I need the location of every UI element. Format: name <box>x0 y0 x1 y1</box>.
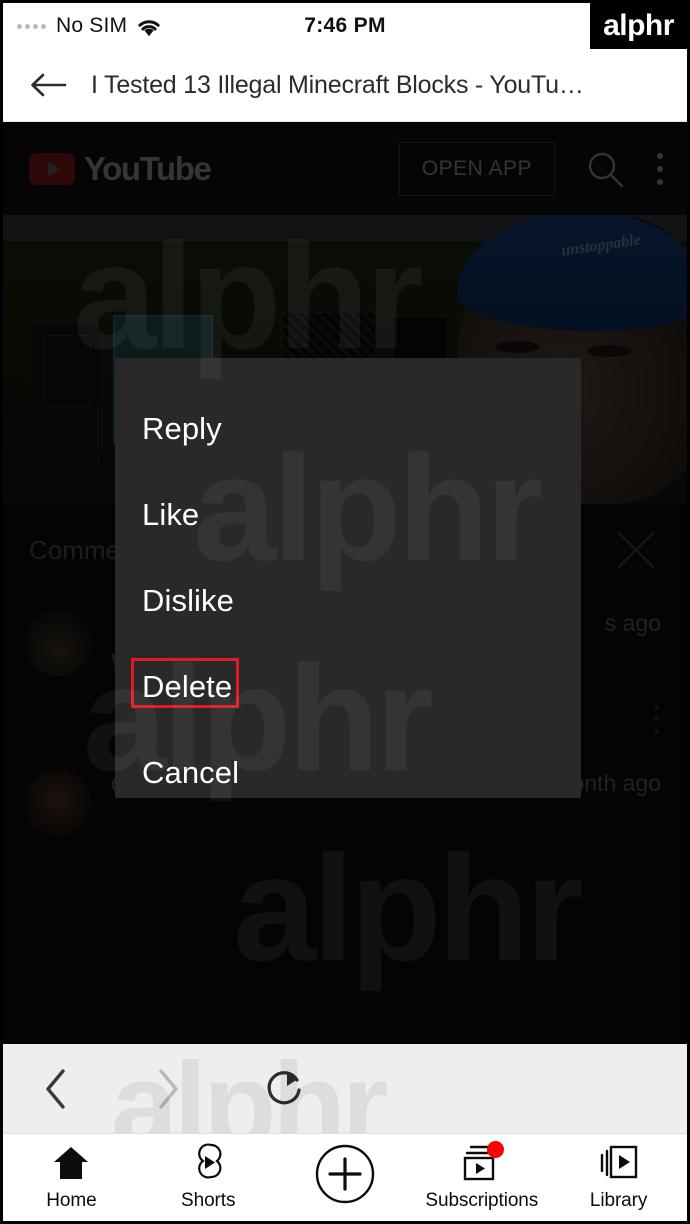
status-time: 7:46 PM <box>304 14 386 37</box>
tab-label: Home <box>46 1190 97 1211</box>
comment-context-menu: Reply Like Dislike Delete Cancel <box>115 358 581 798</box>
subscriptions-icon <box>461 1141 504 1183</box>
menu-item-label: Like <box>142 497 200 532</box>
menu-item-dislike[interactable]: Dislike <box>115 558 581 644</box>
menu-item-label: Cancel <box>142 755 240 790</box>
alphr-watermark-logo: alphr <box>590 3 687 49</box>
shorts-icon <box>190 1143 226 1183</box>
tab-label: Shorts <box>181 1190 236 1211</box>
menu-item-reply[interactable]: Reply <box>115 386 581 472</box>
status-bar: No SIM 7:46 PM alphr <box>3 3 687 49</box>
chevron-right-icon <box>159 1068 178 1109</box>
tab-shorts[interactable]: Shorts <box>140 1143 277 1212</box>
watermark-text: alphr <box>111 1044 388 1133</box>
reload-icon <box>267 1070 301 1104</box>
tab-subscriptions[interactable]: Subscriptions <box>413 1141 550 1212</box>
menu-item-delete[interactable]: Delete <box>115 644 581 730</box>
menu-item-label: Delete <box>142 669 233 704</box>
page-title: I Tested 13 Illegal Minecraft Blocks - Y… <box>91 70 584 99</box>
menu-item-label: Reply <box>142 411 222 446</box>
youtube-tab-bar: Home Shorts Subscriptions Library <box>3 1133 687 1221</box>
browser-back-button[interactable] <box>43 1068 69 1110</box>
browser-forward-button <box>155 1068 181 1110</box>
menu-item-label: Dislike <box>142 583 234 618</box>
plus-circle-icon <box>314 1143 376 1205</box>
tab-label: Library <box>589 1190 648 1211</box>
browser-reload-button[interactable] <box>263 1066 307 1112</box>
home-icon <box>52 1143 90 1183</box>
menu-item-cancel[interactable]: Cancel <box>115 730 581 816</box>
library-icon <box>599 1143 639 1183</box>
browser-title-bar: I Tested 13 Illegal Minecraft Blocks - Y… <box>3 49 687 122</box>
chevron-left-icon <box>46 1068 65 1109</box>
back-arrow-icon[interactable] <box>29 70 67 100</box>
browser-nav-bar: alphr <box>3 1044 687 1133</box>
notification-badge <box>486 1141 504 1158</box>
tab-create[interactable] <box>277 1143 414 1212</box>
tab-home[interactable]: Home <box>3 1143 140 1212</box>
menu-item-like[interactable]: Like <box>115 472 581 558</box>
phone-screenshot: No SIM 7:46 PM alphr I Tested 13 Illegal… <box>0 0 690 1224</box>
tab-library[interactable]: Library <box>550 1143 687 1212</box>
web-content: unstoppable YouTube OPEN APP <box>3 122 687 1044</box>
tab-label: Subscriptions <box>425 1190 539 1211</box>
